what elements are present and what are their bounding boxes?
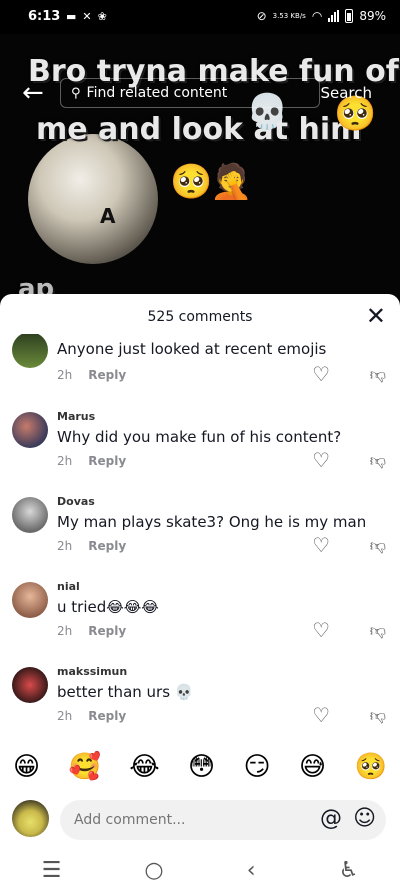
emoji-button-pleading[interactable]: 🥺 xyxy=(355,752,387,792)
emoji-button-sweat[interactable]: 😅 xyxy=(299,752,326,792)
accessibility-icon[interactable]: ♿︎ xyxy=(339,858,359,883)
comment-time: 2h xyxy=(57,539,73,553)
comment-time: 2h xyxy=(57,368,73,382)
status-bar: 6:13 ▬ ✕ ❀ ⊘ 3.53 KB/s ◠ 89% xyxy=(0,0,400,34)
heart-icon[interactable]: ♡ xyxy=(312,362,330,386)
dislike-icon[interactable]: 👎︎ xyxy=(370,621,386,641)
emoji-button-grin[interactable]: 😁 xyxy=(13,752,40,792)
list-item: Anyone just looked at recent emojis 2h R… xyxy=(0,334,400,406)
comment-text: My man plays skate3? Ong he is my man xyxy=(57,513,367,531)
dislike-icon[interactable]: 👎︎ xyxy=(370,706,386,726)
shy-face-emoji-icon: 🥺 xyxy=(170,162,213,202)
dislike-icon[interactable]: 👎︎ xyxy=(370,451,386,471)
list-item: makssimun better than urs 💀 2h Reply ♡ 👎… xyxy=(0,659,400,739)
comments-count: 525 comments xyxy=(147,309,253,325)
emoji-button-flushed[interactable]: 😳 xyxy=(188,752,215,792)
heart-icon[interactable]: ♡ xyxy=(312,703,330,727)
emoji-quick-bar: 😁 🥰 😂 😳 😏 😅 🥺 xyxy=(0,752,400,792)
reply-button[interactable]: Reply xyxy=(88,624,126,638)
comment-text: better than urs 💀 xyxy=(57,683,194,701)
home-icon[interactable]: ○ xyxy=(144,858,163,883)
comment-time: 2h xyxy=(57,454,73,468)
close-icon[interactable]: ✕ xyxy=(366,302,386,330)
search-icon: ⚲ xyxy=(71,85,81,101)
emoji-button-smirk[interactable]: 😏 xyxy=(244,752,271,792)
avatar[interactable] xyxy=(12,582,48,618)
comment-list[interactable]: Anyone just looked at recent emojis 2h R… xyxy=(0,334,400,739)
comments-sheet: 525 comments ✕ Anyone just looked at rec… xyxy=(0,294,400,893)
comment-text: Why did you make fun of his content? xyxy=(57,428,342,446)
comment-meta: 2h Reply xyxy=(57,368,126,382)
message-icon: ▬ xyxy=(66,10,77,23)
comment-meta: 2h Reply xyxy=(57,709,126,723)
reply-button[interactable]: Reply xyxy=(88,368,126,382)
video-player[interactable]: A Bro tryna make fun of me and look at h… xyxy=(0,34,400,314)
video-caption-line2: me and look at him xyxy=(36,112,362,147)
signal-icon xyxy=(328,10,340,22)
status-right-icons: ⊘ 3.53 KB/s ◠ 89% xyxy=(257,9,386,23)
heart-icon[interactable]: ♡ xyxy=(312,618,330,642)
comment-username[interactable]: nial xyxy=(57,580,80,593)
comment-text: u tried😂😂😂 xyxy=(57,598,159,616)
comment-username[interactable]: Dovas xyxy=(57,495,95,508)
reply-button[interactable]: Reply xyxy=(88,709,126,723)
network-speed: 3.53 KB/s xyxy=(272,11,306,20)
comment-time: 2h xyxy=(57,709,73,723)
list-item: Dovas My man plays skate3? Ong he is my … xyxy=(0,489,400,573)
list-item: nial u tried😂😂😂 2h Reply ♡ 👎︎ xyxy=(0,574,400,658)
status-time: 6:13 xyxy=(28,9,61,24)
emoji-button-joy[interactable]: 😂 xyxy=(129,752,159,792)
comment-meta: 2h Reply xyxy=(57,624,126,638)
search-bar: ← ⚲ Find related content Search xyxy=(18,74,384,114)
avatar[interactable] xyxy=(12,667,48,703)
emoji-picker-icon[interactable]: ☺ xyxy=(353,806,376,831)
facepalm-emoji-icon: 🤦 xyxy=(210,162,253,202)
recent-apps-icon[interactable]: ☰ xyxy=(42,858,62,883)
wifi-icon: ◠ xyxy=(311,9,323,23)
paw-icon: ❀ xyxy=(97,10,107,23)
video-overlay-letter: A xyxy=(100,204,116,228)
mute-icon: ✕ xyxy=(82,10,92,23)
heart-icon[interactable]: ♡ xyxy=(312,448,330,472)
battery-level: 89% xyxy=(359,9,386,23)
search-button[interactable]: Search xyxy=(320,84,372,102)
avatar[interactable] xyxy=(12,412,48,448)
video-skull-image xyxy=(28,134,158,264)
alarm-off-icon: ⊘ xyxy=(256,9,267,23)
mention-icon[interactable]: @ xyxy=(320,806,342,831)
comment-text: Anyone just looked at recent emojis xyxy=(57,340,327,358)
comment-time: 2h xyxy=(57,624,73,638)
avatar[interactable] xyxy=(12,497,48,533)
heart-icon[interactable]: ♡ xyxy=(312,533,330,557)
avatar[interactable] xyxy=(12,334,48,368)
back-icon[interactable]: ‹ xyxy=(247,858,256,883)
my-avatar[interactable] xyxy=(12,800,49,837)
reply-button[interactable]: Reply xyxy=(88,539,126,553)
comment-meta: 2h Reply xyxy=(57,539,126,553)
dislike-icon[interactable]: 👎︎ xyxy=(370,365,386,385)
comment-username[interactable]: Marus xyxy=(57,410,95,423)
comment-username[interactable]: makssimun xyxy=(57,665,127,678)
battery-icon xyxy=(345,9,354,23)
search-input[interactable]: ⚲ Find related content xyxy=(60,78,320,108)
emoji-button-love[interactable]: 🥰 xyxy=(69,752,101,792)
dislike-icon[interactable]: 👎︎ xyxy=(370,536,386,556)
reply-button[interactable]: Reply xyxy=(88,454,126,468)
search-placeholder: Find related content xyxy=(86,85,228,101)
comment-meta: 2h Reply xyxy=(57,454,126,468)
status-notification-icons: ▬ ✕ ❀ xyxy=(66,10,107,23)
back-arrow-icon[interactable]: ← xyxy=(22,78,44,108)
android-nav-bar: ☰ ○ ‹ ♿︎ xyxy=(0,848,400,893)
comment-input-bar: @ ☺ xyxy=(0,796,400,844)
list-item: Marus Why did you make fun of his conten… xyxy=(0,404,400,488)
